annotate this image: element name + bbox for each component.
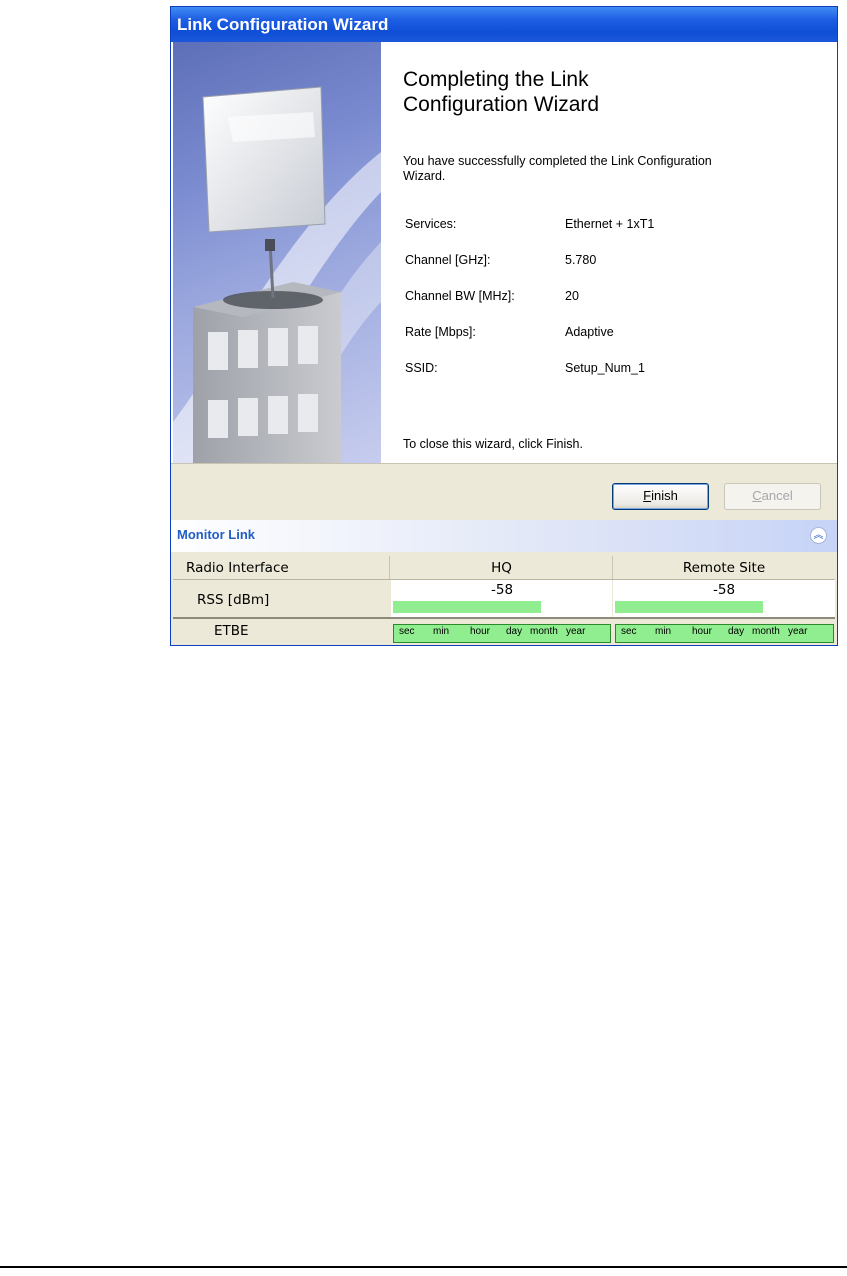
intro-text: You have successfully completed the Link… — [403, 154, 803, 184]
cancel-label: ancel — [761, 488, 793, 503]
etbe-label: ETBE — [173, 619, 390, 645]
closing-text: To close this wizard, click Finish. — [403, 437, 583, 451]
column-header-remote-site: Remote Site — [613, 556, 835, 580]
etbe-remote-month: month — [752, 626, 780, 637]
rate-label: Rate [Mbps]: — [405, 325, 476, 339]
etbe-hq-month: month — [530, 626, 558, 637]
intro-line-1: You have successfully completed the Link… — [403, 154, 712, 168]
rss-bar-remote — [615, 601, 763, 613]
title-line-1: Completing the Link — [403, 68, 589, 91]
finish-mnemonic: F — [643, 488, 652, 503]
monitor-link-header[interactable]: Monitor Link ︽ — [171, 520, 837, 552]
etbe-remote-sec: sec — [621, 626, 637, 637]
services-value: Ethernet + 1xT1 — [565, 217, 655, 231]
etbe-hq-min: min — [433, 626, 450, 637]
chevron-double-up-icon[interactable]: ︽ — [810, 527, 827, 544]
etbe-hq-year: year — [566, 626, 586, 637]
etbe-remote-year: year — [788, 626, 808, 637]
monitor-grid: Radio Interface HQ Remote Site RSS [dBm]… — [173, 556, 835, 645]
services-label: Services: — [405, 217, 457, 231]
ssid-label: SSID: — [405, 361, 438, 375]
channel-bw-label: Channel BW [MHz]: — [405, 289, 515, 303]
cancel-mnemonic: C — [752, 488, 762, 503]
monitor-link-title: Monitor Link — [177, 527, 255, 542]
column-header-radio-interface: Radio Interface — [173, 556, 390, 580]
antenna-building-icon — [173, 86, 381, 463]
rss-value-remote: -58 — [713, 582, 736, 598]
title-bar: Link Configuration Wizard — [171, 7, 837, 42]
title-line-2: Configuration Wizard — [403, 93, 600, 116]
channel-value: 5.780 — [565, 253, 597, 267]
cancel-button[interactable]: Cancel — [724, 483, 821, 510]
wizard-content: Completing the Link Configuration Wizard… — [381, 42, 835, 463]
channel-label: Channel [GHz]: — [405, 253, 491, 267]
etbe-remote-hour: hour — [692, 626, 713, 637]
page-title: Completing the Link Configuration Wizard — [403, 67, 803, 117]
rss-bar-hq — [393, 601, 541, 613]
etbe-remote-day: day — [728, 626, 745, 637]
rss-value-hq: -58 — [491, 582, 514, 598]
rate-value: Adaptive — [565, 325, 614, 339]
ssid-value: Setup_Num_1 — [565, 361, 645, 375]
channel-bw-value: 20 — [565, 289, 579, 303]
finish-label: inish — [651, 488, 678, 503]
page-rule — [0, 1266, 847, 1268]
column-header-hq: HQ — [391, 556, 613, 580]
wizard-window: Link Configuration Wizard Completing the… — [170, 6, 838, 646]
rss-label: RSS [dBm] — [173, 580, 390, 617]
etbe-hq-sec: sec — [399, 626, 415, 637]
monitor-link-panel: Monitor Link ︽ Radio Interface HQ Remote… — [171, 520, 837, 645]
etbe-hq-day: day — [506, 626, 523, 637]
etbe-hq-hour: hour — [470, 626, 491, 637]
intro-line-2: Wizard. — [403, 169, 446, 183]
button-bar: Finish Cancel — [171, 463, 837, 520]
etbe-remote-min: min — [655, 626, 672, 637]
wizard-illustration — [173, 42, 381, 463]
finish-button[interactable]: Finish — [612, 483, 709, 510]
